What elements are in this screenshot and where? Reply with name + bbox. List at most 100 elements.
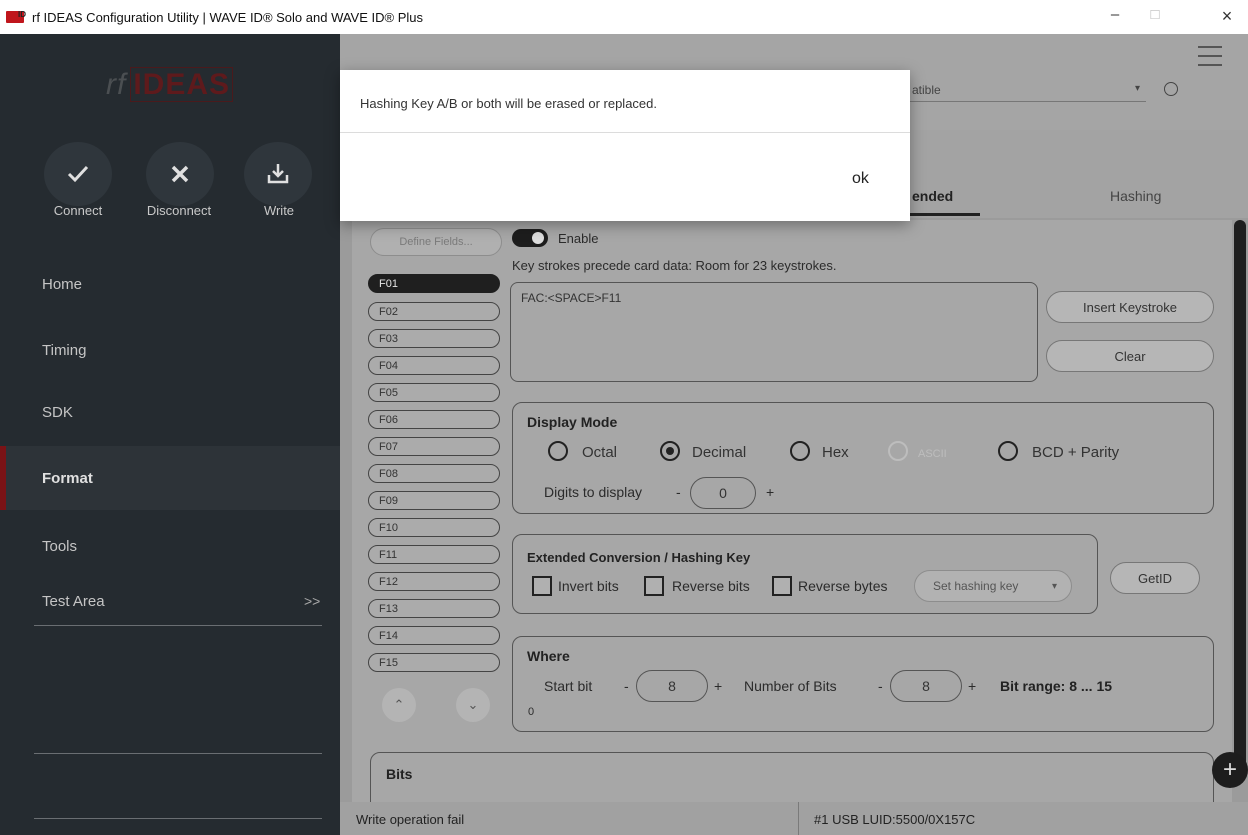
getid-button[interactable]: GetID — [1110, 562, 1200, 594]
chevron-down-icon[interactable]: ⌄ — [456, 688, 490, 722]
status-divider — [798, 802, 799, 835]
dialog-message: Hashing Key A/B or both will be erased o… — [360, 96, 658, 111]
scrollbar[interactable] — [1234, 220, 1246, 780]
write-button[interactable] — [244, 142, 312, 206]
digits-stepper[interactable]: 0 — [690, 477, 756, 509]
sidebar-item-home[interactable]: Home — [0, 252, 340, 316]
set-hashing-key-select[interactable]: Set hashing key ▾ — [914, 570, 1072, 602]
field-item-f03[interactable]: F03 — [368, 329, 500, 348]
brand-rf: rf — [106, 68, 127, 101]
invert-bits-checkbox[interactable] — [532, 576, 552, 596]
maximize-button[interactable]: □ — [1140, 6, 1170, 23]
reverse-bytes-checkbox[interactable] — [772, 576, 792, 596]
field-item-f07[interactable]: F07 — [368, 437, 500, 456]
display-mode-title: Display Mode — [527, 414, 618, 430]
digits-increment-button[interactable]: + — [766, 484, 774, 500]
digits-label: Digits to display — [544, 484, 643, 500]
hex-label: Hex — [822, 444, 849, 461]
bcd-parity-radio[interactable] — [998, 441, 1018, 461]
where-title: Where — [527, 648, 570, 664]
field-item-f15[interactable]: F15 — [368, 653, 500, 672]
sidebar-item-label: Test Area — [42, 592, 105, 610]
field-item-f11[interactable]: F11 — [368, 545, 500, 564]
chevron-down-icon: ▾ — [1051, 580, 1057, 592]
sidebar-item-tools[interactable]: Tools — [0, 514, 340, 578]
check-icon — [67, 165, 89, 183]
sidebar-divider — [34, 625, 322, 626]
confirm-dialog: Hashing Key A/B or both will be erased o… — [340, 70, 910, 221]
add-icon[interactable]: + — [1212, 752, 1248, 788]
field-item-f09[interactable]: F09 — [368, 491, 500, 510]
where-zero-value: 0 — [528, 706, 535, 718]
set-hashing-key-value: Set hashing key — [933, 579, 1019, 593]
sidebar-divider — [34, 818, 322, 819]
brand-logo: rf IDEAS — [106, 67, 234, 102]
menu-icon[interactable] — [1198, 46, 1222, 73]
field-item-f06[interactable]: F06 — [368, 410, 500, 429]
clear-button[interactable]: Clear — [1046, 340, 1214, 372]
chevron-down-icon: ▾ — [1134, 83, 1140, 94]
minimize-button[interactable]: – — [1100, 6, 1130, 23]
connect-button[interactable] — [44, 142, 112, 206]
reverse-bits-label: Reverse bits — [672, 578, 750, 594]
room-text: Key strokes precede card data: Room for … — [512, 258, 837, 273]
app-logo-icon — [6, 10, 26, 23]
dialog-divider — [340, 132, 910, 133]
disconnect-button[interactable] — [146, 142, 214, 206]
invert-bits-label: Invert bits — [558, 578, 619, 594]
tab-extended[interactable]: ended — [912, 188, 953, 204]
field-item-f02[interactable]: F02 — [368, 302, 500, 321]
bits-title: Bits — [386, 766, 413, 782]
field-item-f04[interactable]: F04 — [368, 356, 500, 375]
field-item-f08[interactable]: F08 — [368, 464, 500, 483]
define-fields-button[interactable]: Define Fields... — [370, 228, 502, 256]
decimal-radio[interactable] — [660, 441, 680, 461]
field-item-f13[interactable]: F13 — [368, 599, 500, 618]
number-of-bits-increment-button[interactable]: + — [968, 678, 976, 694]
x-icon — [171, 165, 189, 183]
number-of-bits-stepper[interactable]: 8 — [890, 670, 962, 702]
device-luid: #1 USB LUID:5500/0X157C — [814, 812, 976, 827]
close-button[interactable]: × — [1212, 6, 1242, 27]
write-label: Write — [263, 203, 295, 218]
device-select[interactable]: atible ▾ — [906, 80, 1146, 102]
title-bar: rf IDEAS Configuration Utility | WAVE ID… — [0, 0, 1248, 34]
sidebar-item-sdk[interactable]: SDK — [0, 380, 340, 444]
enable-toggle[interactable] — [512, 229, 548, 247]
status-bar: Write operation fail #1 USB LUID:5500/0X… — [340, 802, 1248, 835]
download-icon — [267, 164, 289, 184]
reverse-bits-checkbox[interactable] — [644, 576, 664, 596]
chevron-right-icon: >> — [304, 593, 321, 609]
octal-radio[interactable] — [548, 441, 568, 461]
start-bit-stepper[interactable]: 8 — [636, 670, 708, 702]
digits-decrement-button[interactable]: - — [676, 484, 681, 500]
bit-range-text: Bit range: 8 ... 15 — [1000, 678, 1113, 694]
field-item-f12[interactable]: F12 — [368, 572, 500, 591]
connect-label: Connect — [53, 203, 103, 218]
hex-radio[interactable] — [790, 441, 810, 461]
enable-label: Enable — [558, 231, 599, 246]
ascii-label: ASCII — [918, 448, 947, 460]
octal-label: Octal — [582, 444, 618, 461]
bcd-parity-label: BCD + Parity — [1032, 444, 1120, 461]
field-item-f01[interactable]: F01 — [368, 274, 500, 293]
start-bit-increment-button[interactable]: + — [714, 678, 722, 694]
tab-hashing[interactable]: Hashing — [1110, 188, 1161, 204]
field-item-f05[interactable]: F05 — [368, 383, 500, 402]
insert-keystroke-button[interactable]: Insert Keystroke — [1046, 291, 1214, 323]
keystroke-input[interactable]: FAC:<SPACE>F11 — [510, 282, 1038, 382]
field-item-f10[interactable]: F10 — [368, 518, 500, 537]
chevron-up-icon[interactable]: ⌃ — [382, 688, 416, 722]
start-bit-decrement-button[interactable]: - — [624, 678, 629, 694]
decimal-label: Decimal — [692, 444, 747, 461]
refresh-icon[interactable] — [1164, 82, 1178, 96]
field-item-f14[interactable]: F14 — [368, 626, 500, 645]
ok-button[interactable]: ok — [852, 170, 869, 188]
number-of-bits-decrement-button[interactable]: - — [878, 678, 883, 694]
sidebar-item-timing[interactable]: Timing — [0, 318, 340, 382]
device-select-value: atible — [912, 83, 941, 97]
sidebar-item-format[interactable]: Format — [0, 446, 340, 510]
disconnect-label: Disconnect — [146, 203, 212, 218]
hashing-key-title: Extended Conversion / Hashing Key — [527, 550, 751, 565]
sidebar-item-test-area[interactable]: Test Area >> — [0, 572, 340, 630]
